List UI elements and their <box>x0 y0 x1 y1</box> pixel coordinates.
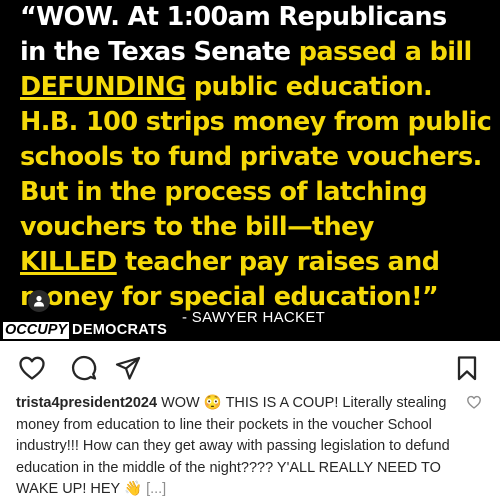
quote-segment: teacher pay raises and <box>116 247 440 277</box>
quote-attribution: - SAWYER HACKET <box>182 309 326 326</box>
logo-part-democrats: DEMOCRATS <box>72 322 168 338</box>
quote-line: DEFUNDING public education. <box>20 70 490 105</box>
quote-line: in the Texas Senate passed a bill <box>20 35 490 70</box>
quote-segment: passed a bill <box>298 37 473 67</box>
quote-segment: DEFUNDING <box>20 72 186 102</box>
occupy-democrats-logo: OCCUPY DEMOCRATS <box>3 322 170 339</box>
post-image[interactable]: “WOW. At 1:00am Republicans in the Texas … <box>0 0 500 341</box>
quote-segment: vouchers to the bill—they <box>20 212 374 242</box>
share-icon[interactable] <box>113 353 143 383</box>
quote-segment: in the Texas Senate <box>20 37 299 67</box>
quote-segment: But in the process of latching <box>20 177 428 207</box>
caption-more-link[interactable]: [...] <box>146 481 166 497</box>
quote-text: “WOW. At 1:00am Republicans in the Texas … <box>20 0 492 315</box>
quote-line: But in the process of latching <box>20 175 490 210</box>
heart-icon[interactable] <box>17 353 47 383</box>
quote-line: KILLED teacher pay raises and <box>20 245 490 280</box>
quote-line: “WOW. At 1:00am Republicans <box>20 0 490 35</box>
bookmark-icon[interactable] <box>452 353 482 383</box>
caption-username[interactable]: trista4president2024 <box>16 395 157 411</box>
quote-line: H.B. 100 strips money from public <box>20 105 492 140</box>
comment-icon[interactable] <box>69 353 99 383</box>
quote-line: schools to fund private vouchers. <box>20 140 490 175</box>
quote-segment: “WOW. At 1:00am Republicans <box>20 2 447 32</box>
logo-part-occupy: OCCUPY <box>3 322 70 339</box>
quote-segment: public education. <box>185 72 433 102</box>
quote-segment: money for special education!” <box>20 282 439 312</box>
quote-segment: H.B. 100 strips money from public <box>20 107 492 137</box>
quote-segment: schools to fund private vouchers. <box>20 142 482 172</box>
quote-line: vouchers to the bill—they <box>20 210 490 245</box>
caption-heart-icon[interactable] <box>466 394 482 410</box>
post-caption: trista4president2024 WOW 😳 THIS IS A COU… <box>16 393 454 501</box>
user-tag-icon[interactable] <box>28 290 50 312</box>
quote-segment: KILLED <box>20 247 117 277</box>
